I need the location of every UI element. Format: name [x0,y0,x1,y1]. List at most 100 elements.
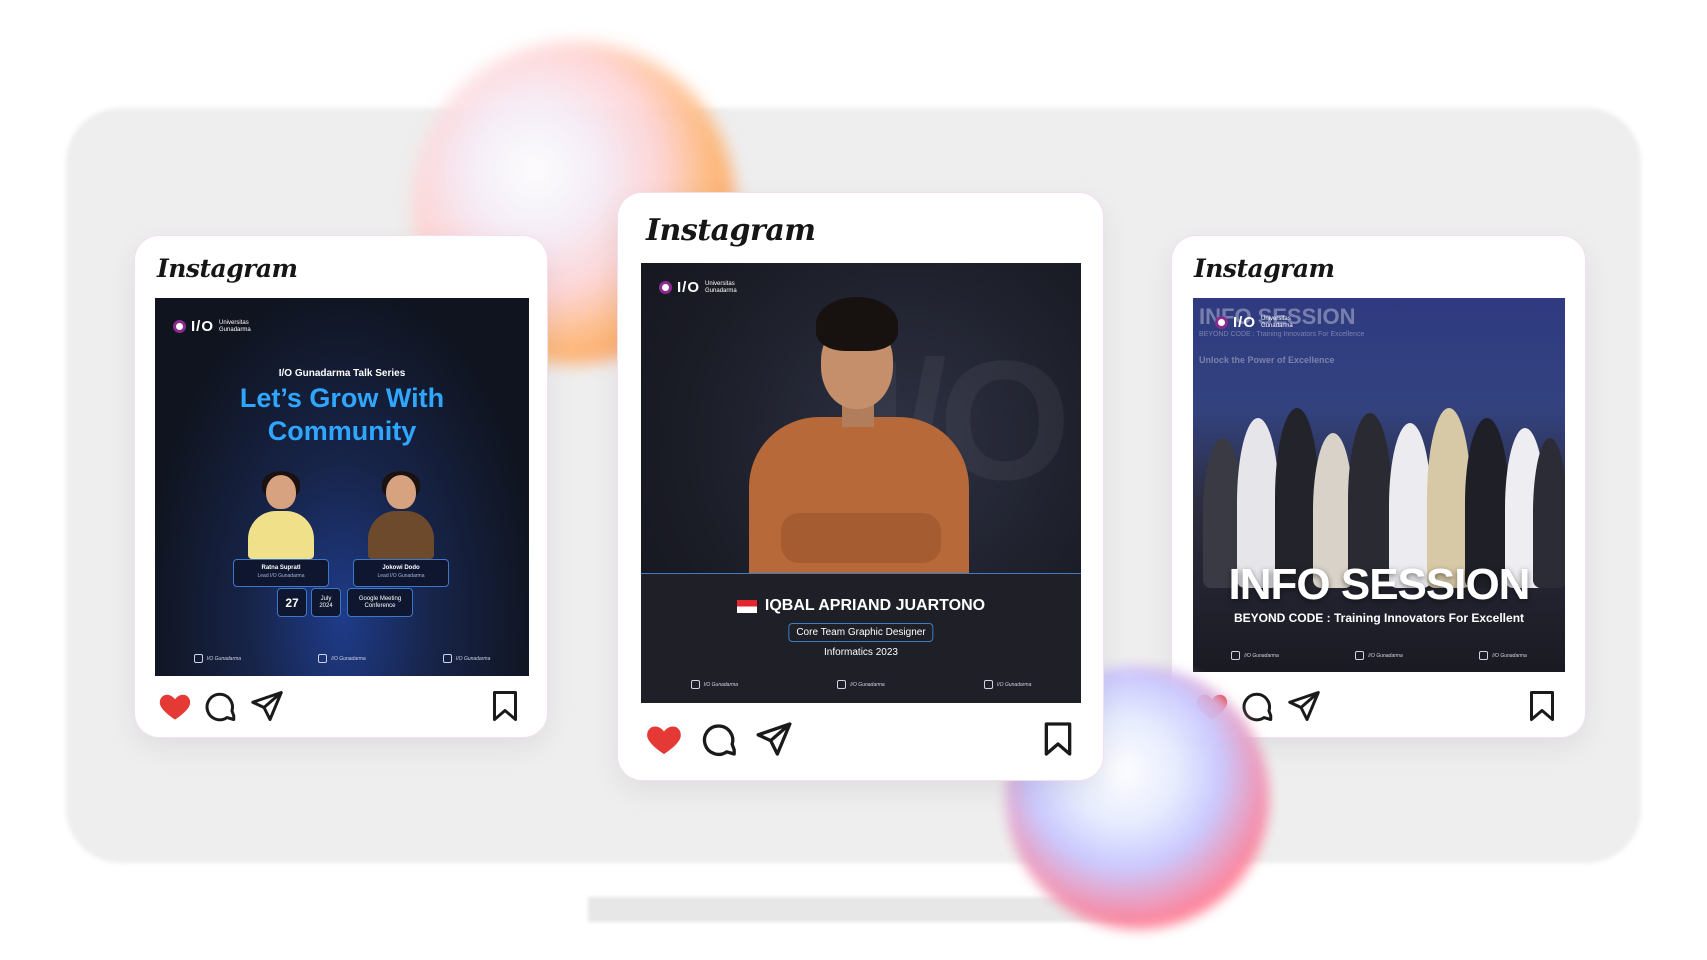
post-image-info-session[interactable]: INFO SESSION BEYOND CODE : Training Inno… [1193,298,1565,672]
share-icon[interactable] [1286,688,1322,724]
brand-logo: I/O Universitas Gunadarma [659,279,745,296]
bookmark-icon[interactable] [1038,719,1078,759]
brand-subtitle: Universitas Gunadarma [705,280,737,294]
instagram-logo: Instagram [157,254,298,283]
post-subtitle: BEYOND CODE : Training Innovators For Ex… [1233,611,1525,625]
event-platform-line1: Google Meeting [358,595,402,602]
member-year: Informatics 2023 [824,647,898,658]
instagram-card-left: Instagram I/O Universitas Gunadarma I/O … [135,236,547,737]
post-image-talk-series[interactable]: I/O Universitas Gunadarma I/O Gunadarma … [155,298,529,676]
instagram-logo: Instagram [1194,254,1335,283]
social-youtube: I/O Gunadarma [983,680,1032,689]
member-arms [781,513,941,563]
comment-icon[interactable] [1240,688,1276,724]
post-title-line2: Community [267,416,417,446]
brand-mark: I/O [1233,314,1257,331]
member-hair [816,297,898,351]
social-instagram: I/O Gunadarma [193,654,241,663]
instagram-icon [690,680,700,689]
event-platform-line2: Conference [364,602,396,609]
speaker-2: Jokowi Dodo Lead I/O Gunadarma [353,471,449,591]
speaker-name: Jokowi Dodo [382,565,420,571]
event-platform: Google Meeting Conference [347,588,413,617]
youtube-icon [442,654,452,663]
university-seal-icon [1215,316,1228,329]
speaker-name: Ratna Supratl [261,565,301,571]
group-photo [1193,378,1565,588]
post-actions [618,719,1103,759]
social-handle: I/O Gunadarma [996,681,1032,688]
brand-subtitle: Universitas Gunadarma [219,319,251,333]
social-handle: I/O Gunadarma [850,681,885,688]
comment-icon[interactable] [700,719,740,759]
youtube-icon [1479,651,1489,660]
brand-logo: I/O Universitas Gunadarma [1215,314,1301,331]
brand-mark: I/O [677,279,701,296]
speaker-tag: Jokowi Dodo Lead I/O Gunadarma [353,559,449,587]
post-socials: I/O Gunadarma I/O Gunadarma I/O Gunadarm… [1193,651,1565,660]
social-instagram: I/O Gunadarma [690,680,739,689]
member-role: Core Team Graphic Designer [788,623,934,642]
x-icon [318,654,328,663]
stand-bar [588,897,1136,922]
speaker-role: Lead I/O Gunadarma [257,573,305,579]
instagram-card-center: Instagram I/O I/O Universitas Gunadarma … [618,193,1103,780]
social-handle: I/O Gunadarma [1492,652,1527,659]
social-handle: I/O Gunadarma [1368,652,1403,659]
speaker-body [368,511,434,559]
social-x: I/O Gunadarma [318,654,366,663]
university-seal-icon [659,281,672,294]
speaker-head [386,475,416,509]
social-handle: I/O Gunadarma [1244,652,1279,659]
member-name: IQBAL APRIAND JUARTONO [764,597,986,614]
post-actions [135,688,547,728]
speaker-1: Ratna Supratl Lead I/O Gunadarma [233,471,329,591]
post-title-line1: Let’s Grow With [239,383,445,413]
post-title: Let’s Grow With Community [155,382,529,448]
event-month-year: July 2024 [311,588,341,617]
x-icon [1355,651,1365,660]
post-title: INFO SESSION [1228,560,1531,609]
heart-icon[interactable] [157,688,193,724]
social-handle: I/O Gunadarma [331,655,366,662]
instagram-logo: Instagram [646,213,816,248]
share-icon[interactable] [249,688,285,724]
ghost-subtitle: BEYOND CODE : Training Innovators For Ex… [1199,331,1365,338]
social-youtube: I/O Gunadarma [442,654,491,663]
brand-mark: I/O [191,318,215,335]
youtube-icon [983,680,993,689]
post-background [155,298,529,676]
comment-icon[interactable] [203,688,239,724]
member-name-row: IQBAL APRIAND JUARTONO [641,597,1081,615]
indonesia-flag-icon [736,599,757,613]
post-series: I/O Gunadarma Talk Series [278,368,406,379]
brand-logo: I/O Universitas Gunadarma [173,318,259,335]
bookmark-icon[interactable] [1524,688,1560,724]
post-socials: I/O Gunadarma I/O Gunadarma I/O Gunadarm… [641,680,1081,689]
share-icon[interactable] [754,719,794,759]
social-youtube: I/O Gunadarma [1479,651,1527,660]
social-x: I/O Gunadarma [1355,651,1403,660]
social-x: I/O Gunadarma [837,680,885,689]
social-handle: I/O Gunadarma [703,681,739,688]
social-instagram: I/O Gunadarma [1231,651,1279,660]
speaker-body [248,511,314,559]
social-handle: I/O Gunadarma [455,655,491,662]
university-seal-icon [173,320,186,333]
instagram-icon [193,654,203,663]
speaker-tag: Ratna Supratl Lead I/O Gunadarma [233,559,329,587]
instagram-card-right: Instagram INFO SESSION BEYOND CODE : Tra… [1172,236,1585,737]
member-photo [741,293,981,577]
x-icon [837,680,847,689]
member-info-bar: IQBAL APRIAND JUARTONO Core Team Graphic… [641,573,1081,703]
bookmark-icon[interactable] [487,688,523,724]
brand-subtitle: Universitas Gunadarma [1261,315,1293,329]
instagram-icon [1231,651,1241,660]
post-image-team-member[interactable]: I/O I/O Universitas Gunadarma IQBAL APRI… [641,263,1081,703]
ghost-unlock: Unlock the Power of Excellence [1199,355,1335,365]
post-socials: I/O Gunadarma I/O Gunadarma I/O Gunadarm… [155,654,529,663]
event-year: 2024 [319,602,333,609]
event-month: July [320,595,332,602]
heart-icon[interactable] [644,719,684,759]
speaker-role: Lead I/O Gunadarma [377,573,425,579]
